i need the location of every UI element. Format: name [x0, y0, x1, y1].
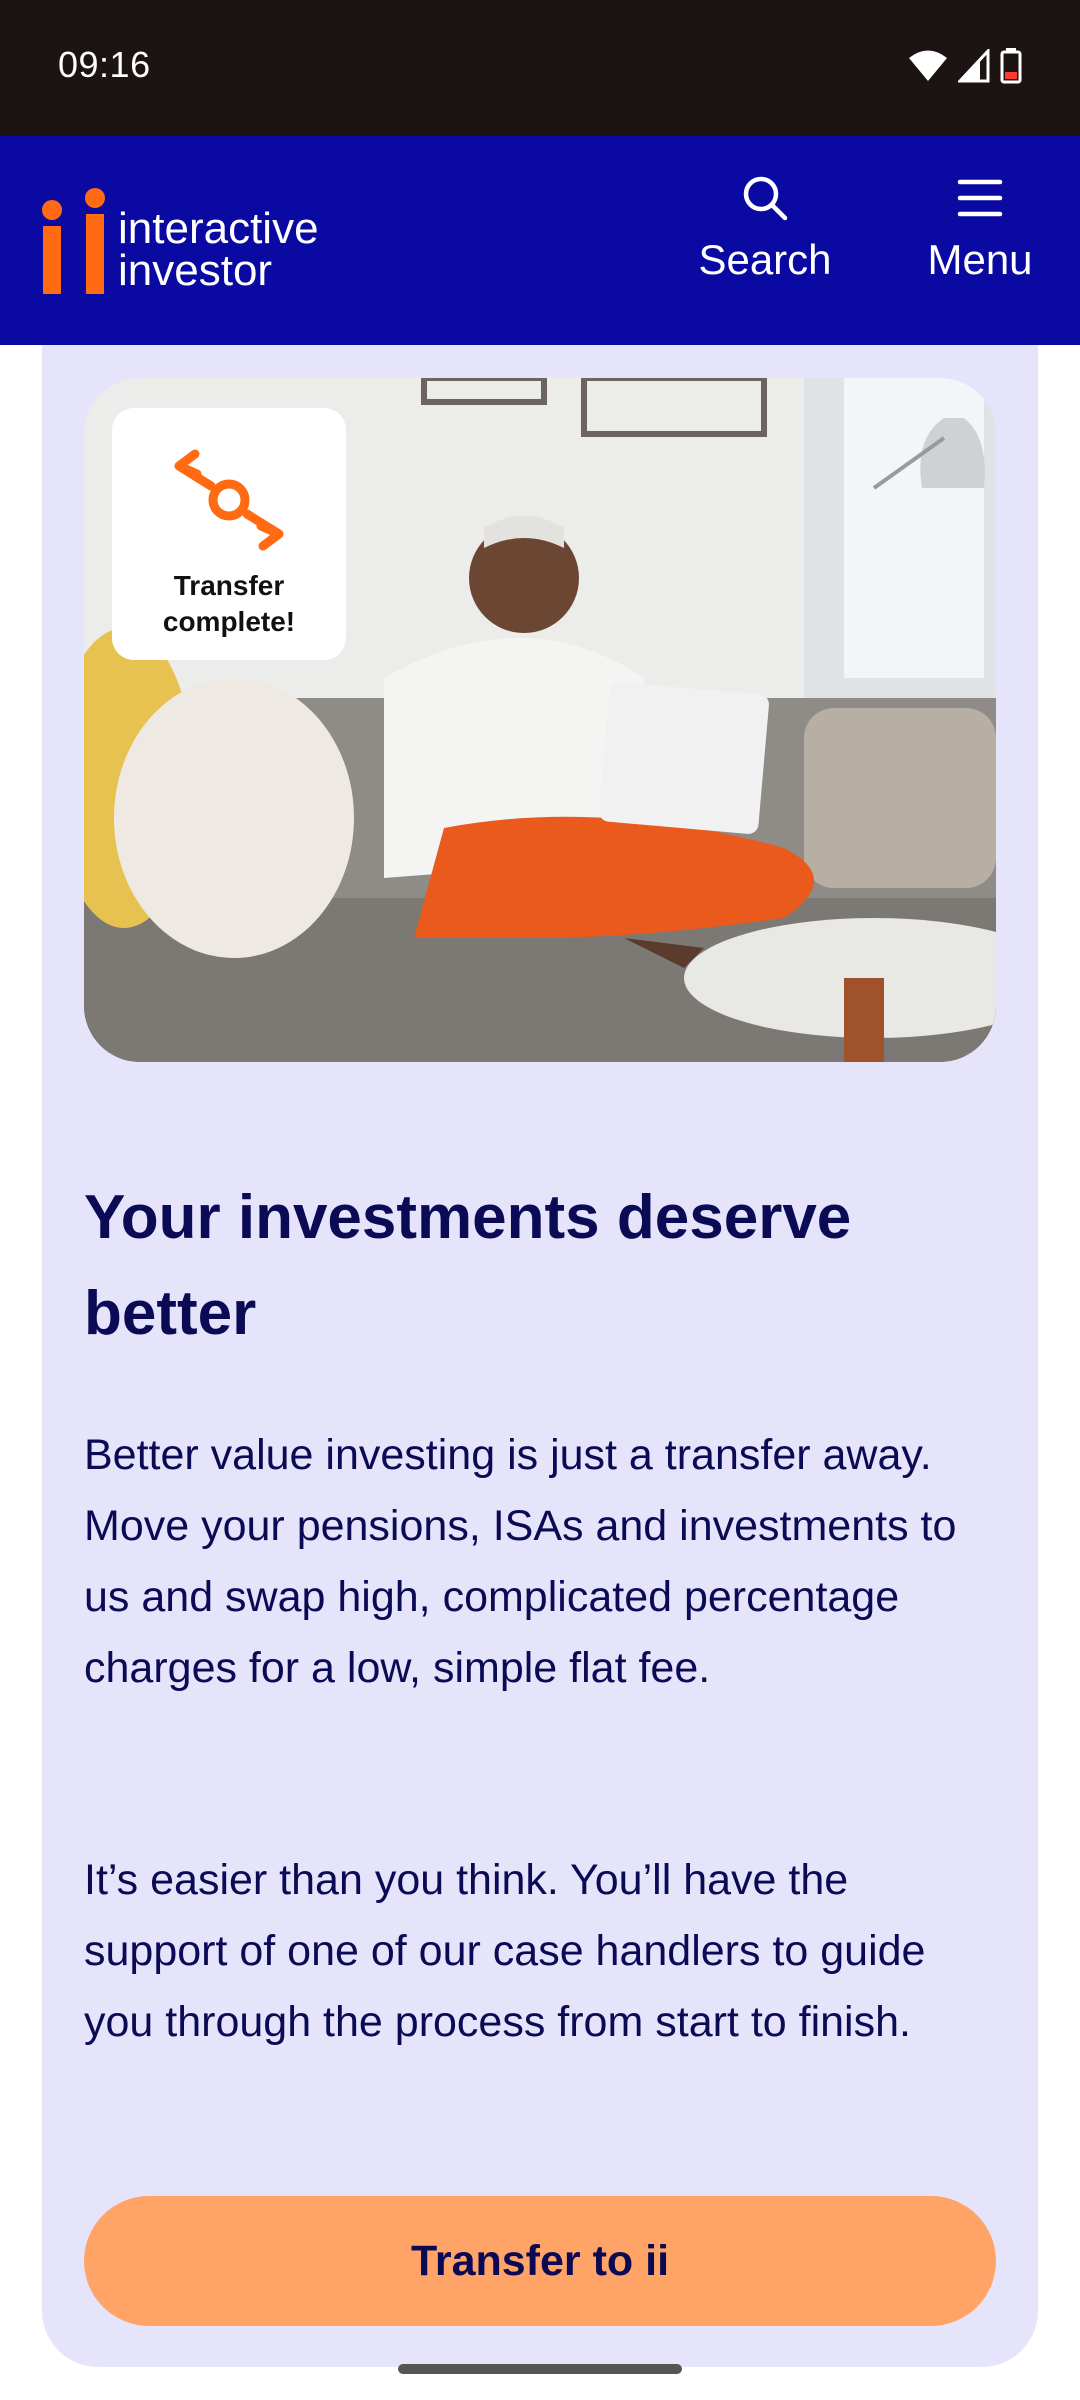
- ii-logo[interactable]: interactive investor: [42, 188, 362, 298]
- menu-label: Menu: [927, 236, 1033, 283]
- badge-line-1: Transfer: [173, 570, 285, 601]
- signal-icon: [958, 49, 990, 83]
- logo-line-2: investor: [118, 246, 273, 295]
- logo-line-1: interactive: [118, 204, 319, 253]
- hamburger-menu-icon: [957, 179, 1003, 217]
- status-bar: 09:16: [0, 0, 1080, 136]
- search-button[interactable]: Search: [690, 174, 840, 314]
- search-icon: [743, 176, 788, 221]
- promo-headline: Your investments deserve better: [84, 1183, 852, 1348]
- badge-line-2: complete!: [162, 606, 296, 637]
- site-header: interactive investor Search Menu: [0, 136, 1080, 345]
- status-icons: [908, 46, 1022, 86]
- transfer-arrows-icon: [174, 449, 284, 551]
- transfer-complete-badge: Transfer complete!: [112, 408, 346, 660]
- home-indicator[interactable]: [398, 2364, 682, 2374]
- promo-paragraph-2: It’s easier than you think. You’ll have …: [84, 1856, 926, 2046]
- wifi-icon: [909, 50, 947, 81]
- logo-text: interactive investor: [118, 204, 319, 295]
- status-time: 09:16: [58, 44, 151, 85]
- menu-button[interactable]: Menu: [918, 174, 1042, 314]
- ii-logo-mark-icon: [42, 188, 105, 294]
- battery-icon: [1000, 48, 1022, 84]
- badge-text: Transfer complete!: [112, 568, 346, 640]
- transfer-to-ii-button[interactable]: Transfer to ii: [84, 2196, 996, 2326]
- promo-paragraph-1: Better value investing is just a transfe…: [84, 1431, 957, 1692]
- search-label: Search: [698, 236, 832, 283]
